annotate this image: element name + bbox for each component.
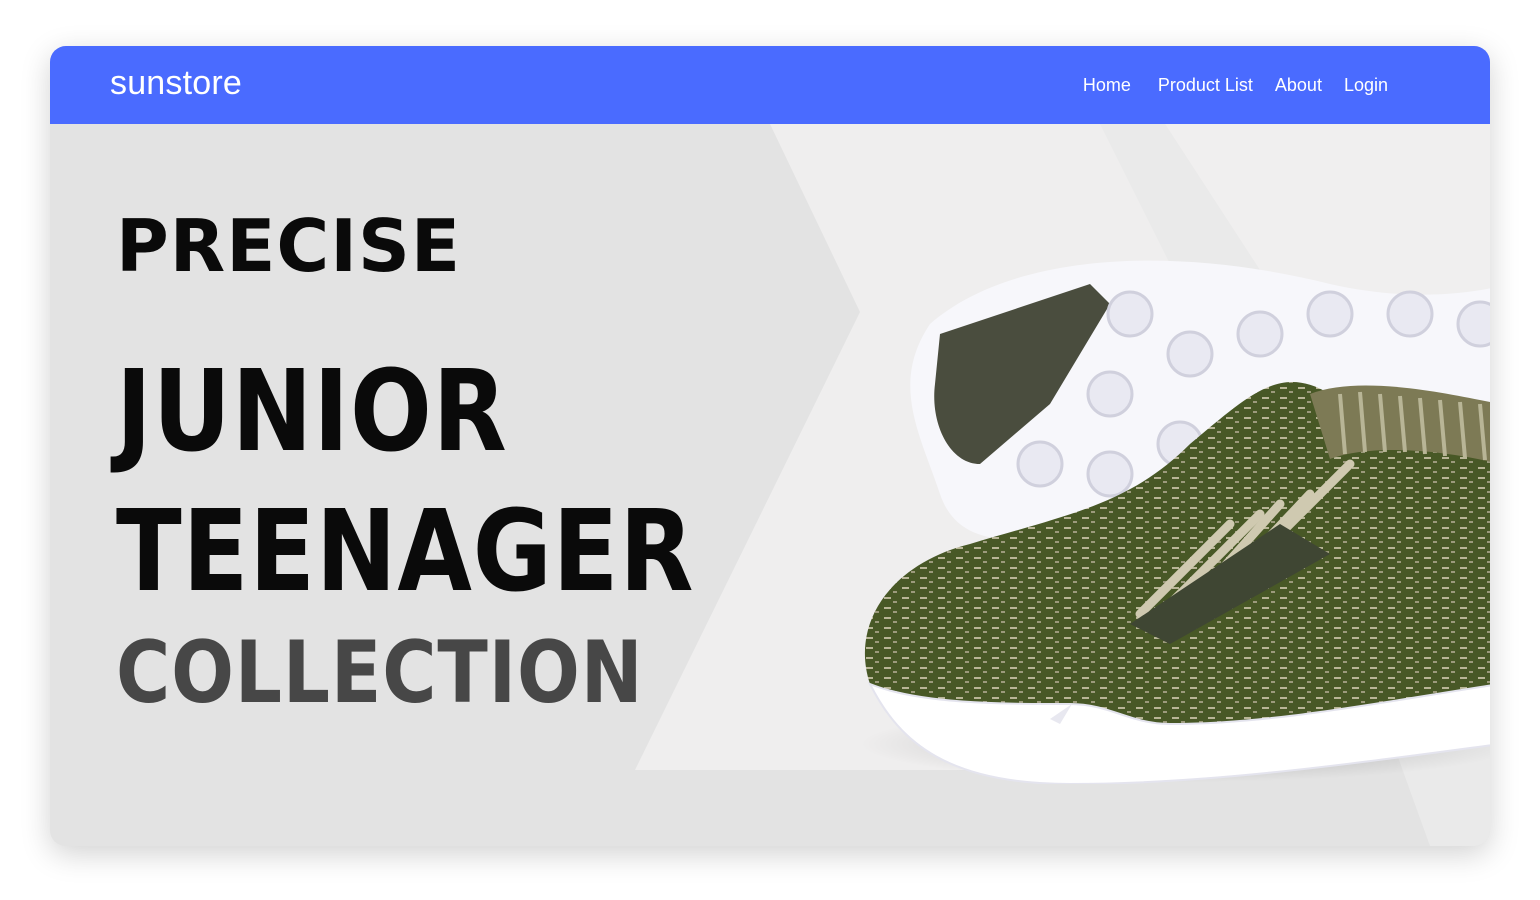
nav-product-list-link[interactable]: Product List bbox=[1158, 75, 1253, 96]
app-window: sunstore Home Product List About Login P… bbox=[50, 46, 1490, 846]
hero-banner: PRECISE JUNIOR TEENAGER COLLECTION bbox=[50, 124, 1490, 846]
nav-about-link[interactable]: About bbox=[1275, 75, 1322, 96]
brand-logo[interactable]: sunstore bbox=[110, 64, 242, 103]
hero-line-precise: PRECISE bbox=[116, 204, 462, 288]
nav-links: Home Product List About Login bbox=[1083, 75, 1388, 96]
top-navbar: sunstore Home Product List About Login bbox=[50, 46, 1490, 124]
hero-line-teenager: TEENAGER bbox=[116, 487, 695, 617]
green-sneaker-image bbox=[860, 260, 1490, 784]
nav-login-link[interactable]: Login bbox=[1344, 75, 1388, 96]
hero-line-collection: COLLECTION bbox=[116, 623, 644, 723]
nav-home-link[interactable]: Home bbox=[1083, 75, 1131, 96]
hero-line-junior: JUNIOR bbox=[116, 347, 508, 477]
